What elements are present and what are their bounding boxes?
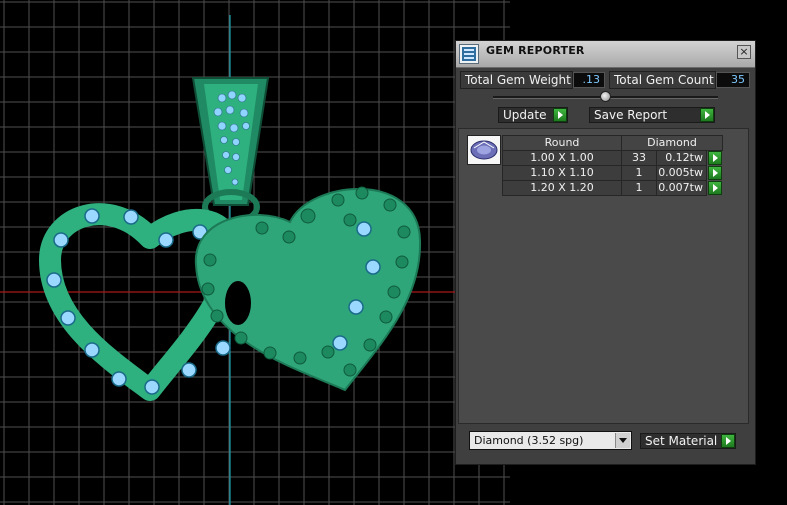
chevron-down-icon[interactable]	[615, 433, 630, 448]
shape-header: Round	[502, 135, 622, 151]
gem-reporter-icon	[459, 44, 479, 64]
slider-thumb[interactable]	[600, 91, 611, 102]
round-gem-icon	[467, 135, 501, 165]
size-cell: 1.20 X 1.20	[502, 180, 622, 196]
update-label: Update	[503, 108, 547, 122]
total-gem-weight-value: .13	[573, 72, 605, 88]
count-cell: 1	[621, 165, 657, 181]
update-button[interactable]: Update	[498, 107, 568, 123]
go-arrow-icon	[553, 108, 567, 122]
row-go-button[interactable]	[708, 151, 722, 165]
save-report-button[interactable]: Save Report	[589, 107, 715, 123]
count-cell: 33	[621, 150, 657, 166]
weight-cell: 0.12tw	[656, 150, 707, 166]
go-arrow-icon	[721, 434, 735, 448]
total-gem-count-label: Total Gem Count	[609, 71, 716, 89]
set-material-label: Set Material	[645, 434, 718, 448]
material-select[interactable]: Diamond (3.52 spg)	[469, 431, 632, 450]
size-cell: 1.10 X 1.10	[502, 165, 622, 181]
panel-title: GEM REPORTER	[486, 44, 585, 57]
gem-reporter-panel: GEM REPORTER × Total Gem Weight .13 Tota…	[455, 40, 756, 465]
pendant-bail	[191, 77, 270, 225]
size-cell: 1.00 X 1.00	[502, 150, 622, 166]
material-header: Diamond	[621, 135, 723, 151]
material-selected-value: Diamond (3.52 spg)	[474, 434, 584, 447]
heart-cutout	[225, 281, 251, 325]
weight-cell: 0.005tw	[656, 165, 707, 181]
panel-titlebar[interactable]: GEM REPORTER ×	[456, 41, 755, 68]
total-gem-weight-label: Total Gem Weight	[460, 71, 573, 89]
weight-cell: 0.007tw	[656, 180, 707, 196]
save-report-label: Save Report	[594, 108, 668, 122]
row-go-button[interactable]	[708, 166, 722, 180]
go-arrow-icon	[700, 108, 714, 122]
row-go-button[interactable]	[708, 181, 722, 195]
close-button[interactable]: ×	[737, 45, 751, 59]
report-area: Round Diamond 1.00 X 1.00 33 0.12tw 1.10…	[458, 128, 749, 424]
set-material-button[interactable]: Set Material	[640, 433, 736, 449]
total-gem-count-value: 35	[716, 72, 750, 88]
count-cell: 1	[621, 180, 657, 196]
